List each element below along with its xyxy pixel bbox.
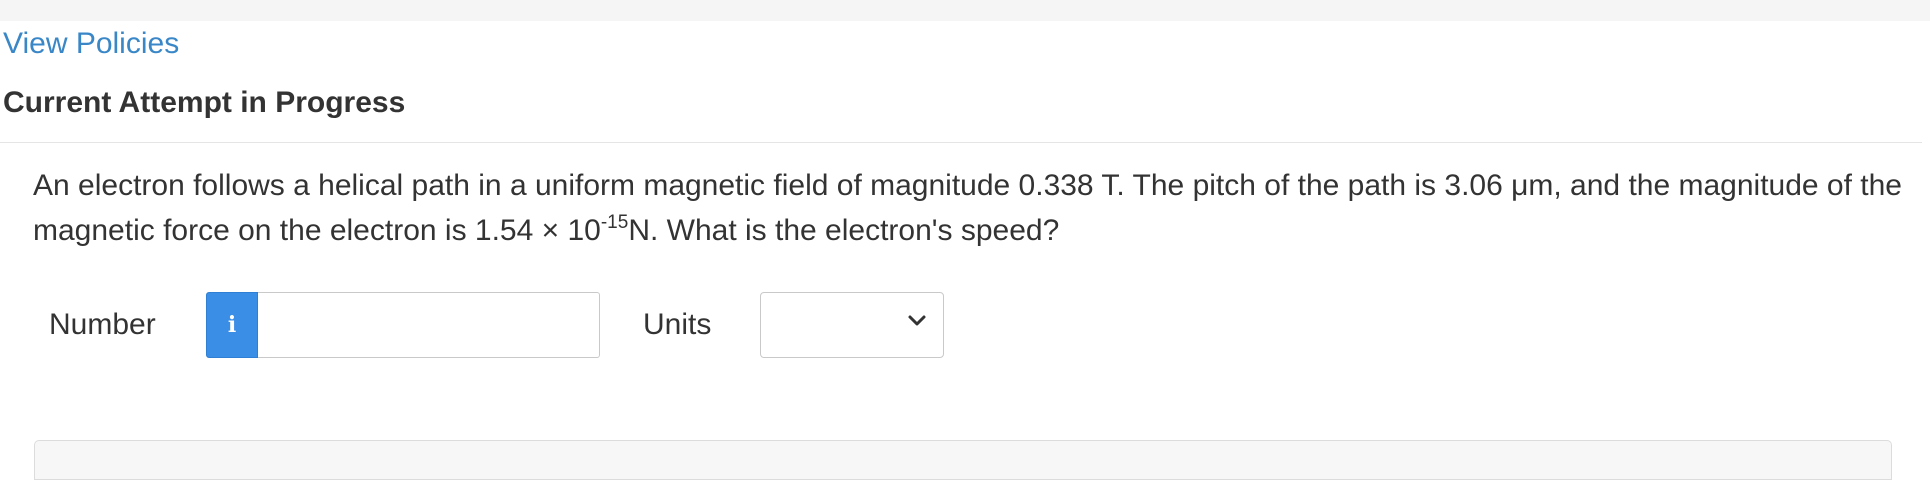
number-label: Number [49, 308, 156, 341]
next-panel [34, 440, 1892, 480]
units-select[interactable] [760, 292, 944, 358]
chevron-down-icon [908, 315, 926, 326]
question-text: An electron follows a helical path in a … [33, 163, 1913, 253]
units-label: Units [643, 308, 712, 341]
info-icon: i [227, 312, 237, 338]
answer-row: Number i Units [0, 292, 1930, 358]
question-text-end: N. What is the electron's speed? [628, 214, 1060, 247]
header-divider [0, 142, 1922, 143]
number-input[interactable] [258, 292, 600, 358]
view-policies-link[interactable]: View Policies [3, 27, 179, 61]
attempt-status-heading: Current Attempt in Progress [3, 86, 406, 119]
info-button[interactable]: i [206, 292, 258, 358]
question-exponent: -15 [600, 212, 629, 233]
top-strip [0, 0, 1930, 21]
